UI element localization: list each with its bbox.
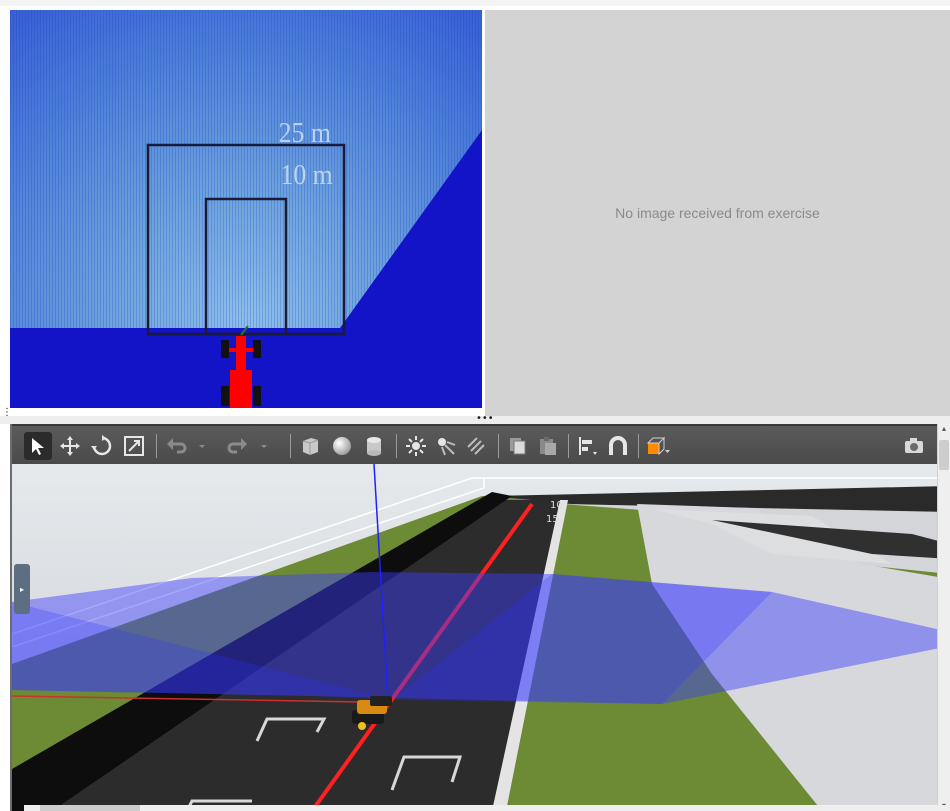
horizontal-scroll-thumb[interactable] bbox=[40, 805, 140, 811]
box-shape-icon[interactable] bbox=[296, 432, 324, 460]
side-panel-toggle-icon: ▸ bbox=[19, 584, 24, 594]
toolbar-separator bbox=[156, 434, 157, 458]
laser-scan-view: 25 m 10 m bbox=[10, 10, 482, 408]
laser-scan-canvas: 25 m 10 m bbox=[10, 10, 482, 408]
undo-dropdown-icon[interactable] bbox=[194, 432, 210, 460]
horizontal-splitter[interactable]: ••• bbox=[0, 414, 950, 424]
undo-icon[interactable] bbox=[162, 432, 190, 460]
horizontal-scrollbar[interactable] bbox=[24, 805, 950, 811]
vertical-scroll-thumb[interactable] bbox=[939, 440, 949, 470]
sphere-shape-icon[interactable] bbox=[328, 432, 356, 460]
track-marker-15: 15 bbox=[546, 514, 559, 525]
3d-scene-canvas[interactable]: 10 15 bbox=[12, 463, 950, 811]
view-angle-icon[interactable] bbox=[644, 432, 672, 460]
toolbar-separator bbox=[290, 434, 291, 458]
3d-scene[interactable]: 10 15 ▸ bbox=[12, 463, 950, 811]
select-mode-icon[interactable] bbox=[24, 432, 52, 460]
screenshot-icon[interactable] bbox=[900, 432, 928, 460]
point-light-icon[interactable] bbox=[402, 432, 430, 460]
spot-light-icon[interactable] bbox=[432, 432, 460, 460]
scale-mode-icon[interactable] bbox=[120, 432, 148, 460]
copy-icon[interactable] bbox=[504, 432, 532, 460]
translate-mode-icon[interactable] bbox=[56, 432, 84, 460]
toolbar-separator bbox=[396, 434, 397, 458]
range-label-10m: 10 m bbox=[280, 159, 332, 190]
redo-icon[interactable] bbox=[224, 432, 252, 460]
directional-light-icon[interactable] bbox=[462, 432, 490, 460]
laser-scan-texture bbox=[10, 10, 482, 328]
scroll-up-icon[interactable]: ▴ bbox=[938, 424, 950, 434]
cylinder-shape-icon[interactable] bbox=[360, 432, 388, 460]
vertical-scrollbar[interactable]: ▴ ▾ bbox=[937, 424, 950, 811]
toolbar-separator bbox=[638, 434, 639, 458]
no-image-message: No image received from exercise bbox=[615, 205, 820, 221]
redo-dropdown-icon[interactable] bbox=[256, 432, 272, 460]
top-border bbox=[0, 0, 950, 6]
camera-view: No image received from exercise bbox=[485, 10, 950, 416]
simulator-toolbar bbox=[12, 424, 950, 464]
range-label-25m: 25 m bbox=[279, 117, 331, 148]
snap-icon[interactable] bbox=[604, 432, 632, 460]
side-panel-toggle[interactable]: ▸ bbox=[14, 564, 30, 614]
rotate-mode-icon[interactable] bbox=[88, 432, 116, 460]
car-marker bbox=[221, 325, 261, 408]
toolbar-separator bbox=[568, 434, 569, 458]
toolbar-separator bbox=[498, 434, 499, 458]
simulator-view[interactable]: 10 15 ▸ ▴ ▾ bbox=[10, 424, 950, 811]
align-icon[interactable] bbox=[574, 432, 602, 460]
track-marker-10: 10 bbox=[550, 500, 563, 511]
splitter-grip-center[interactable]: ••• bbox=[476, 414, 494, 424]
paste-icon[interactable] bbox=[534, 432, 562, 460]
